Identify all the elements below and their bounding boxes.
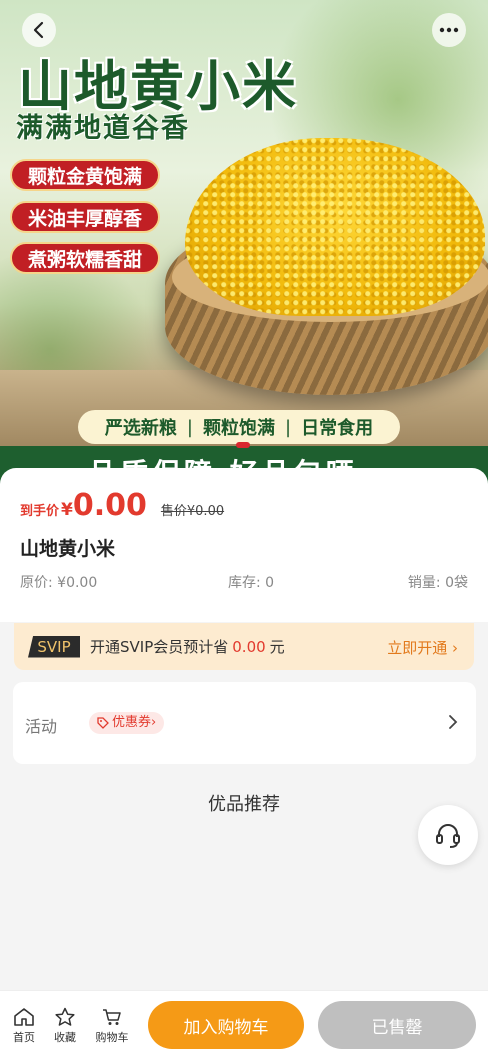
coupon-label: 优惠券› bbox=[112, 715, 157, 730]
banner-tag: 颗粒金黄饱满 bbox=[10, 159, 161, 191]
more-button[interactable] bbox=[432, 13, 466, 47]
feature-item: 严选新粮 bbox=[104, 418, 177, 439]
svip-banner[interactable]: SVIP 开通SVIP会员预计省 0.00 元 立即开通 › bbox=[14, 623, 474, 670]
more-dots-icon bbox=[439, 27, 459, 33]
tag-icon bbox=[97, 717, 109, 729]
svip-badge: SVIP bbox=[28, 635, 80, 658]
bottom-action-bar: 首页 收藏 购物车 加入购物车 已售罄 bbox=[0, 990, 488, 1055]
stock-count: 库存: 0 bbox=[228, 575, 275, 591]
svip-unit: 元 bbox=[269, 638, 285, 656]
sold-out-button[interactable]: 已售罄 bbox=[318, 1001, 476, 1049]
carousel-indicator bbox=[236, 442, 250, 448]
nav-home-label: 首页 bbox=[13, 1031, 35, 1044]
banner-subtitle: 满满地道谷香 bbox=[16, 113, 190, 144]
price-value: 0.00 bbox=[72, 488, 147, 523]
headset-icon bbox=[436, 824, 460, 848]
cart-icon bbox=[103, 1009, 121, 1025]
banner-tag: 煮粥软糯香甜 bbox=[10, 242, 161, 274]
svip-text: 开通SVIP会员预计省 0.00 元 bbox=[90, 636, 285, 657]
feature-separator: | bbox=[186, 416, 193, 438]
product-image-banner: 山地黄小米 满满地道谷香 颗粒金黄饱满 米油丰厚醇香 煮粥软糯香甜 严选新粮 |… bbox=[0, 0, 488, 490]
svip-text-prefix: 开通SVIP会员预计省 bbox=[90, 638, 229, 656]
sales-count: 销量: 0袋 bbox=[407, 575, 468, 591]
chevron-left-icon bbox=[33, 21, 44, 39]
feature-item: 颗粒饱满 bbox=[203, 418, 275, 439]
nav-favorite-label: 收藏 bbox=[54, 1031, 76, 1044]
sale-price: 售价¥0.00 bbox=[160, 504, 225, 519]
home-icon bbox=[14, 1008, 34, 1026]
nav-favorite[interactable]: 收藏 bbox=[45, 1007, 85, 1045]
feature-bar: 严选新粮 | 颗粒饱满 | 日常食用 bbox=[78, 410, 400, 444]
product-info-card: 到手价 ¥ 0.00 售价¥0.00 山地黄小米 原价: ¥0.00 库存: 0… bbox=[0, 468, 488, 622]
nav-cart[interactable]: 购物车 bbox=[92, 1007, 132, 1045]
activity-label: 活动 bbox=[25, 717, 58, 736]
banner-tag: 米油丰厚醇香 bbox=[10, 201, 161, 233]
coupon-badge[interactable]: 优惠券› bbox=[89, 712, 165, 734]
nav-cart-label: 购物车 bbox=[95, 1031, 129, 1044]
svip-amount: 0.00 bbox=[232, 638, 266, 656]
price-row: 到手价 ¥ 0.00 售价¥0.00 bbox=[20, 488, 224, 523]
feature-separator: | bbox=[285, 416, 292, 438]
back-button[interactable] bbox=[22, 13, 56, 47]
feature-item: 日常食用 bbox=[301, 418, 374, 439]
add-to-cart-button[interactable]: 加入购物车 bbox=[148, 1001, 304, 1049]
original-price: 原价: ¥0.00 bbox=[20, 575, 98, 591]
svip-open-link[interactable]: 立即开通 › bbox=[387, 637, 458, 658]
chevron-right-icon bbox=[449, 715, 458, 729]
recommend-heading: 优品推荐 bbox=[208, 794, 280, 815]
activity-row[interactable]: 活动 优惠券› bbox=[13, 682, 476, 764]
price-label: 到手价 bbox=[20, 504, 60, 519]
customer-service-button[interactable] bbox=[418, 805, 478, 865]
price-currency: ¥ bbox=[61, 500, 73, 520]
star-icon bbox=[55, 1007, 75, 1026]
product-name: 山地黄小米 bbox=[20, 538, 116, 560]
nav-home[interactable]: 首页 bbox=[4, 1007, 44, 1045]
